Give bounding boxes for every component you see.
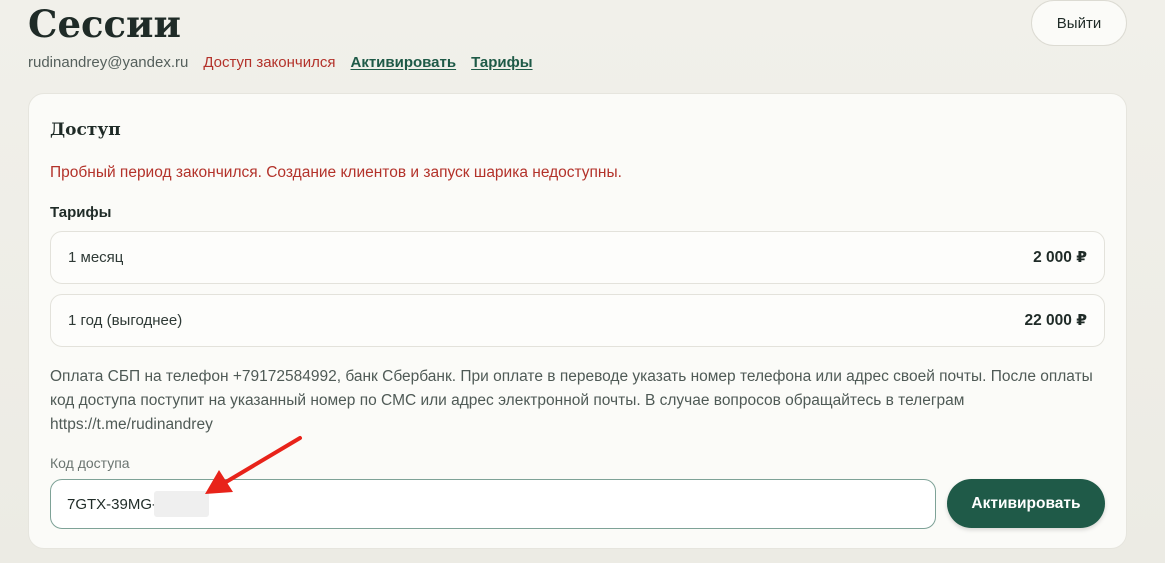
plan-option-year[interactable]: 1 год (выгоднее) 22 000 ₽ xyxy=(50,294,1105,347)
access-card: Доступ Пробный период закончился. Создан… xyxy=(28,93,1127,549)
redacted-code-blur xyxy=(154,491,209,517)
activate-code-button[interactable]: Активировать xyxy=(947,479,1105,528)
access-code-label: Код доступа xyxy=(50,455,130,471)
tariffs-link[interactable]: Тарифы xyxy=(471,54,532,71)
logout-button[interactable]: Выйти xyxy=(1031,0,1127,46)
trial-expired-warning: Пробный период закончился. Создание клие… xyxy=(50,164,622,181)
payment-instructions: Оплата СБП на телефон +79172584992, банк… xyxy=(50,368,1093,433)
plan-name: 1 год (выгоднее) xyxy=(68,312,183,329)
access-status-text: Доступ закончился xyxy=(203,53,336,71)
user-email: rudinandrey@yandex.ru xyxy=(28,53,189,71)
plan-name: 1 месяц xyxy=(68,249,124,266)
plan-price: 22 000 ₽ xyxy=(1024,312,1088,329)
plan-option-month[interactable]: 1 месяц 2 000 ₽ xyxy=(50,231,1105,284)
activate-link[interactable]: Активировать xyxy=(350,54,456,71)
account-status-row: rudinandrey@yandex.ru Доступ закончился … xyxy=(28,52,548,72)
page-title: Сессии xyxy=(28,2,181,46)
tariffs-heading: Тарифы xyxy=(50,204,112,221)
plan-price: 2 000 ₽ xyxy=(1033,249,1087,266)
access-card-title: Доступ xyxy=(50,120,121,140)
